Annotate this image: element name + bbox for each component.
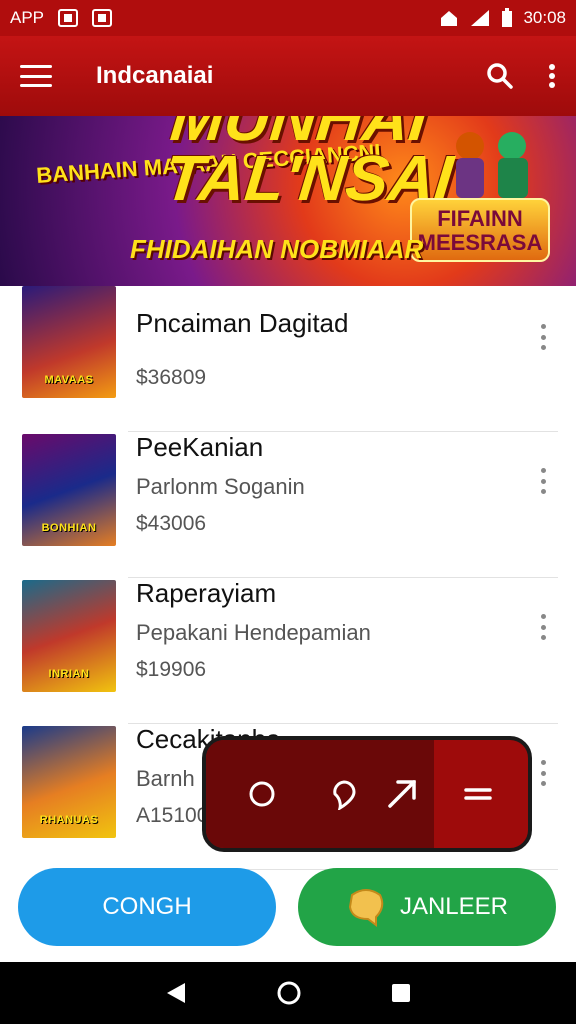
product-subtitle: Barnh (136, 766, 195, 791)
product-price: $43006 (136, 512, 207, 535)
back-icon[interactable] (165, 981, 187, 1005)
congh-button-label: CONGH (102, 893, 192, 920)
chat-bubble-icon (348, 889, 384, 927)
hero-characters-image (456, 132, 528, 198)
home-icon[interactable] (276, 980, 302, 1006)
status-bar: APP 30:08 (0, 0, 576, 36)
search-icon[interactable] (486, 62, 514, 90)
list-item[interactable]: INRIAN Raperayiam Pepakani Hendepamian $… (0, 578, 576, 724)
overflow-menu-icon[interactable] (548, 63, 556, 89)
item-more-icon[interactable] (540, 468, 546, 494)
list-item[interactable]: MAVAAS Pncaiman Dagitad $36809 (0, 286, 576, 432)
product-name: PeeKanian (136, 432, 264, 462)
battery-icon (502, 8, 513, 27)
floating-toolbar (202, 736, 532, 852)
product-price: $19906 (136, 658, 207, 681)
product-thumbnail: INRIAN (22, 580, 116, 692)
congh-button[interactable]: CONGH (18, 868, 276, 946)
thumbnail-label: INRIAN (48, 668, 90, 680)
item-more-icon[interactable] (540, 324, 546, 350)
menu-lines-icon[interactable] (462, 778, 494, 810)
product-subtitle: Pepakani Hendepamian (136, 620, 371, 645)
location-pin-icon[interactable] (328, 778, 360, 810)
product-name: Raperayiam (136, 578, 277, 608)
recents-icon[interactable] (391, 983, 411, 1003)
app-label: APP (10, 8, 45, 27)
arrow-tool-icon[interactable] (386, 778, 418, 810)
item-more-icon[interactable] (540, 760, 546, 786)
signal-icon (471, 10, 490, 26)
clock: 30:08 (523, 8, 566, 27)
product-price: $36809 (136, 366, 207, 389)
home-signal-icon (441, 11, 458, 26)
promo-banner[interactable]: BANHAIN MAVAAN CECCIANCNI MUNHAI TAL'NSA… (0, 116, 576, 286)
product-price: A15100 (136, 804, 209, 827)
product-name: Pncaiman Dagitad (136, 308, 349, 338)
list-item[interactable]: BONHIAN PeeKanian Parlonm Soganin $43006 (0, 432, 576, 578)
system-nav-bar (0, 962, 576, 1024)
product-subtitle: Parlonm Soganin (136, 474, 305, 499)
banner-badge: FIFAINN MEESRASA (410, 198, 550, 262)
notification-icon (92, 9, 113, 27)
image-icon (58, 9, 79, 27)
app-bar: Indcanaiai (0, 36, 576, 116)
product-thumbnail: RHANUAS (22, 726, 116, 838)
menu-icon[interactable] (20, 65, 52, 87)
banner-subline: FHIDAIHAN NOBMIAAR (130, 234, 424, 264)
janleer-button[interactable]: JANLEER (298, 868, 556, 946)
janleer-button-label: JANLEER (399, 893, 509, 920)
thumbnail-label: RHANUAS (39, 814, 99, 826)
item-more-icon[interactable] (540, 614, 546, 640)
thumbnail-label: BONHIAN (41, 522, 97, 534)
product-thumbnail: BONHIAN (22, 434, 116, 546)
product-thumbnail: MAVAAS (22, 286, 116, 398)
app-title: Indcanaiai (96, 62, 214, 89)
circle-tool-icon[interactable] (246, 778, 278, 810)
thumbnail-label: MAVAAS (44, 374, 94, 386)
